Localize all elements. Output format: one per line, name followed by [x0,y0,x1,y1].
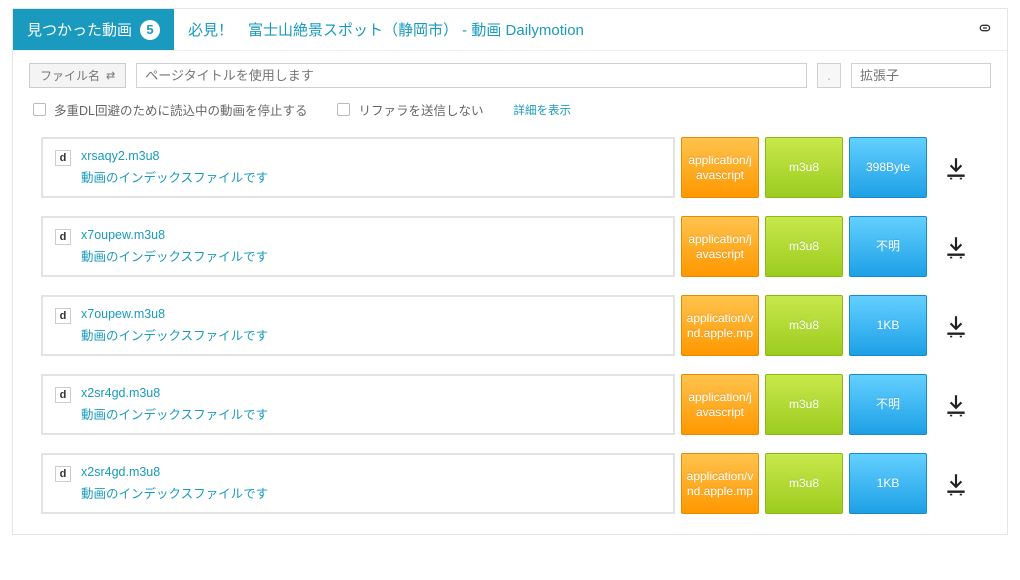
options-row: 多重DL回避のために読込中の動画を停止する リファラを送信しない 詳細を表示 [13,96,1007,137]
header: 見つかった動画 5 必見！ 富士山絶景スポット（静岡市） - 動画 Dailym… [13,9,1007,51]
item-card[interactable]: d x2sr4gd.m3u8 動画のインデックスファイルです [41,453,675,514]
swap-icon: ⇄ [106,69,115,82]
ext-badge: m3u8 [765,295,843,356]
item-card[interactable]: d x7oupew.m3u8 動画のインデックスファイルです [41,295,675,356]
filename-mode-label: ファイル名 [40,67,100,84]
filename-mode-button[interactable]: ファイル名 ⇄ [29,63,126,88]
checkbox-stop-loading[interactable]: 多重DL回避のために読込中の動画を停止する [33,100,307,119]
checkbox-stop-loading-label: 多重DL回避のために読込中の動画を停止する [54,100,307,119]
checkbox-no-referrer[interactable]: リファラを送信しない [337,100,483,119]
checkbox-icon [33,103,46,116]
item-description: 動画のインデックスファイルです [81,483,268,502]
ext-badge: m3u8 [765,137,843,198]
size-badge: 1KB [849,453,927,514]
mime-badge: application/javascript [681,216,759,277]
item-text: x2sr4gd.m3u8 動画のインデックスファイルです [81,386,268,423]
mime-badge: application/javascript [681,137,759,198]
item-filename: x7oupew.m3u8 [81,307,268,321]
size-badge: 不明 [849,216,927,277]
download-button[interactable] [933,453,979,514]
ext-badge: m3u8 [765,374,843,435]
extension-input[interactable] [851,63,991,88]
mime-badge: application/vnd.apple.mp [681,295,759,356]
item-text: x2sr4gd.m3u8 動画のインデックスファイルです [81,465,268,502]
item-text: x7oupew.m3u8 動画のインデックスファイルです [81,228,268,265]
size-badge: 不明 [849,374,927,435]
item-card[interactable]: d x2sr4gd.m3u8 動画のインデックスファイルです [41,374,675,435]
download-button[interactable] [933,137,979,198]
tab-count-badge: 5 [140,20,160,40]
filename-input[interactable] [136,63,807,88]
mime-badge: application/vnd.apple.mp [681,453,759,514]
ext-badge: m3u8 [765,453,843,514]
size-badge: 1KB [849,295,927,356]
item-filename: x2sr4gd.m3u8 [81,386,268,400]
checkbox-icon [337,103,350,116]
item-text: xrsaqy2.m3u8 動画のインデックスファイルです [81,149,268,186]
item-filename: xrsaqy2.m3u8 [81,149,268,163]
item-filename: x7oupew.m3u8 [81,228,268,242]
list-item: d x2sr4gd.m3u8 動画のインデックスファイルです application/… [41,374,979,435]
list-item: d xrsaqy2.m3u8 動画のインデックスファイルです application/… [41,137,979,198]
source-badge-icon: d [55,229,71,245]
list-item: d x2sr4gd.m3u8 動画のインデックスファイルです application/… [41,453,979,514]
item-filename: x2sr4gd.m3u8 [81,465,268,479]
page-title: 必見！ 富士山絶景スポット（静岡市） - 動画 Dailymotion [174,19,963,40]
download-button[interactable] [933,295,979,356]
tab-label: 見つかった動画 [27,19,132,40]
size-badge: 398Byte [849,137,927,198]
tab-found-videos[interactable]: 見つかった動画 5 [13,9,174,50]
checkbox-no-referrer-label: リファラを送信しない [358,100,483,119]
list-item: d x7oupew.m3u8 動画のインデックスファイルです application/… [41,216,979,277]
item-description: 動画のインデックスファイルです [81,167,268,186]
show-details-link[interactable]: 詳細を表示 [514,102,572,118]
download-button[interactable] [933,374,979,435]
list-item: d x7oupew.m3u8 動画のインデックスファイルです application/… [41,295,979,356]
source-badge-icon: d [55,150,71,166]
item-description: 動画のインデックスファイルです [81,246,268,265]
source-badge-icon: d [55,466,71,482]
mime-badge: application/javascript [681,374,759,435]
item-description: 動画のインデックスファイルです [81,404,268,423]
panel: 見つかった動画 5 必見！ 富士山絶景スポット（静岡市） - 動画 Dailym… [12,8,1008,535]
video-list: d xrsaqy2.m3u8 動画のインデックスファイルです application/… [13,137,1007,514]
ext-badge: m3u8 [765,216,843,277]
item-text: x7oupew.m3u8 動画のインデックスファイルです [81,307,268,344]
download-button[interactable] [933,216,979,277]
filename-row: ファイル名 ⇄ . [13,51,1007,96]
link-icon[interactable] [977,20,993,39]
item-description: 動画のインデックスファイルです [81,325,268,344]
dot-separator: . [817,63,841,88]
item-card[interactable]: d x7oupew.m3u8 動画のインデックスファイルです [41,216,675,277]
source-badge-icon: d [55,387,71,403]
item-card[interactable]: d xrsaqy2.m3u8 動画のインデックスファイルです [41,137,675,198]
source-badge-icon: d [55,308,71,324]
